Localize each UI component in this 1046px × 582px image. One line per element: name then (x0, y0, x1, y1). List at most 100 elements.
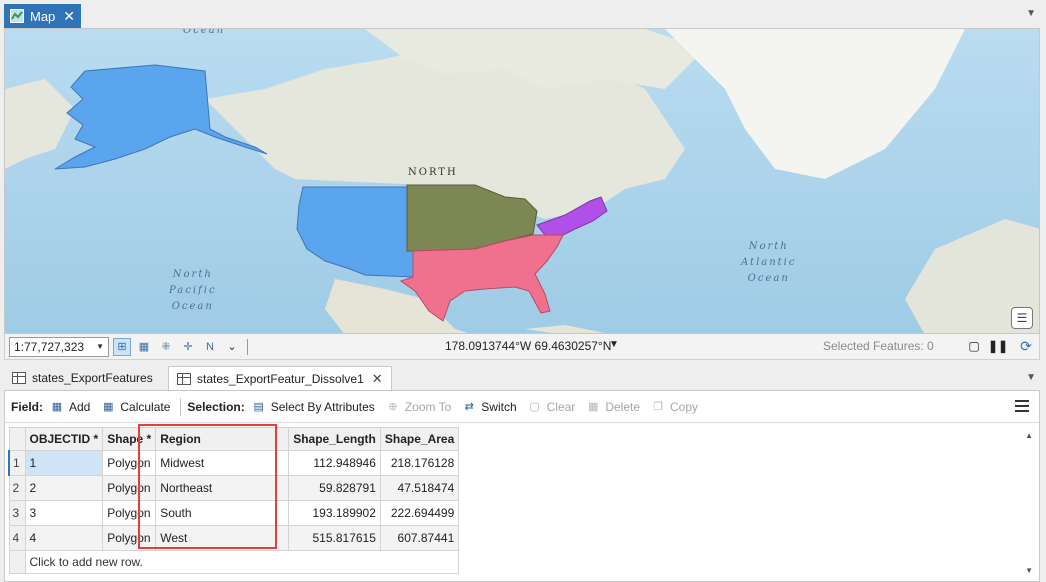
table-row[interactable]: 1 1 Polygon Midwest 112.948946 218.17612… (8, 450, 460, 476)
select-by-attributes-button[interactable]: ▤ Select By Attributes (251, 400, 375, 414)
cell-objectid[interactable]: 2 (24, 475, 104, 501)
switch-label: Switch (481, 399, 517, 414)
selected-features-indicator[interactable]: Selected Features: 0 (823, 339, 934, 353)
zoom-to-button[interactable]: ⊕ Zoom To (385, 400, 451, 414)
table-icon (12, 372, 26, 384)
menu-icon[interactable] (1015, 400, 1029, 412)
constraints-icon[interactable]: ✛ (179, 338, 197, 356)
close-icon[interactable]: ✕ (63, 8, 75, 25)
cell-shape-area[interactable]: 607.87441 (379, 525, 460, 551)
cell-shape-area[interactable]: 218.176128 (379, 450, 460, 476)
map-icon (10, 9, 24, 23)
select-by-attributes-label: Select By Attributes (270, 399, 375, 414)
cell-region[interactable]: Midwest (155, 450, 290, 476)
scale-value: 1:77,727,323 (14, 339, 85, 354)
cell-shape-length[interactable]: 515.817615 (288, 525, 381, 551)
delete-button[interactable]: ▦ Delete (585, 400, 640, 414)
atlantic-ocean-label: North Atlantic Ocean (741, 239, 796, 287)
cell-shape-length[interactable]: 59.828791 (288, 475, 381, 501)
snapping-icon[interactable]: ⁜ (157, 338, 175, 356)
zoom-to-label: Zoom To (404, 399, 452, 414)
row-number[interactable]: 4 (8, 525, 26, 551)
tab-label: states_ExportFeatur_Dissolve1 (197, 371, 364, 386)
tab-map[interactable]: Map ✕ (4, 4, 81, 28)
calculate-icon: ▦ (103, 401, 114, 413)
corner-cell[interactable] (8, 427, 26, 451)
table-icon (177, 372, 191, 385)
row-number[interactable]: 1 (8, 450, 26, 476)
north-arrow-icon[interactable]: N (201, 338, 219, 356)
separator (180, 397, 182, 416)
scroll-down-icon[interactable]: ▼ (1025, 566, 1033, 575)
delete-label: Delete (605, 399, 640, 414)
coordinate-format-chevron-icon[interactable]: ▼ (609, 339, 619, 350)
legend-toggle-icon[interactable]: ☰ (1011, 307, 1033, 329)
switch-selection-button[interactable]: ⇄ Switch (461, 399, 517, 414)
add-field-icon: ▦ (51, 401, 63, 413)
close-icon[interactable]: ✕ (372, 371, 383, 387)
add-field-button[interactable]: ▦ Add (49, 399, 91, 414)
cell-shape[interactable]: Polygon (102, 500, 157, 526)
scale-combobox[interactable]: 1:77,727,323 ▼ (9, 336, 109, 357)
cell-shape[interactable]: Polygon (102, 475, 157, 501)
chevron-down-icon: ▼ (96, 342, 104, 351)
cell-shape-area[interactable]: 47.518474 (379, 475, 460, 501)
selection-label: Selection: (187, 399, 245, 414)
col-region[interactable]: Region (155, 427, 290, 451)
table-row[interactable]: 2 2 Polygon Northeast 59.828791 47.51847… (8, 475, 460, 501)
calculate-label: Calculate (120, 399, 171, 414)
add-row-prompt[interactable]: Click to add new row. (24, 550, 460, 574)
row-number[interactable]: 3 (8, 500, 26, 526)
tab-label: states_ExportFeatures (32, 371, 153, 385)
header-row: OBJECTID * Shape * Region Shape_Length S… (8, 427, 460, 451)
chevron-down-icon[interactable]: ▼ (1026, 372, 1036, 383)
cell-shape[interactable]: Polygon (102, 525, 157, 551)
clear-icon: ▢ (529, 401, 540, 413)
add-field-label: Add (69, 399, 91, 414)
atlantic-line-1: North (748, 241, 789, 252)
pacific-ocean-label: North Pacific Ocean (169, 267, 217, 315)
delete-icon: ▦ (588, 401, 599, 413)
cell-objectid[interactable]: 4 (24, 525, 104, 551)
chevron-down-icon[interactable]: ▼ (1026, 8, 1036, 19)
col-shape-area[interactable]: Shape_Area (379, 427, 460, 451)
chevron-down-icon[interactable]: ⌄ (223, 338, 241, 356)
clear-label: Clear (546, 399, 576, 414)
tab-states-exportfeatures[interactable]: states_ExportFeatures (4, 366, 161, 390)
cell-objectid[interactable]: 3 (24, 500, 104, 526)
cell-shape-length[interactable]: 193.189902 (288, 500, 381, 526)
clear-selection-button[interactable]: ▢ Clear (527, 399, 576, 414)
row-number[interactable]: 2 (8, 475, 26, 501)
copy-button[interactable]: ❐ Copy (650, 400, 698, 414)
cell-region[interactable]: South (155, 500, 290, 526)
pacific-line-3: Ocean (171, 301, 214, 312)
separator (247, 338, 248, 355)
refresh-icon[interactable]: ⟳ (1017, 337, 1035, 355)
pacific-line-2: Pacific (169, 285, 217, 296)
field-label: Field: (11, 399, 43, 414)
col-shape[interactable]: Shape * (102, 427, 157, 451)
scroll-up-icon[interactable]: ▲ (1025, 431, 1033, 440)
attribute-table-pane: Field: ▦ Add ▦ Calculate Selection: ▤ Se… (4, 390, 1040, 582)
cell-region[interactable]: Northeast (155, 475, 290, 501)
table-row[interactable]: 4 4 Polygon West 515.817615 607.87441 (8, 525, 460, 551)
tab-states-dissolve[interactable]: states_ExportFeatur_Dissolve1 ✕ (168, 366, 392, 390)
zoom-to-icon: ⊕ (388, 401, 398, 413)
switch-icon: ⇄ (464, 401, 474, 413)
cell-region[interactable]: West (155, 525, 290, 551)
table-row[interactable]: 3 3 Polygon South 193.189902 222.694499 (8, 500, 460, 526)
cell-shape-length[interactable]: 112.948946 (288, 450, 381, 476)
pause-drawing-icon[interactable]: ❚❚ (988, 337, 1008, 355)
add-row[interactable]: Click to add new row. (8, 550, 460, 574)
grid-icon[interactable]: ▦ (135, 338, 153, 356)
col-objectid[interactable]: OBJECTID * (24, 427, 104, 451)
col-shape-length[interactable]: Shape_Length (288, 427, 381, 451)
copy-icon: ❐ (653, 401, 663, 413)
map-view[interactable]: Ocean NORTH North Pacific Ocean North At… (4, 28, 1040, 334)
cell-objectid[interactable]: 1 (24, 450, 104, 476)
fixed-zoom-icon[interactable]: ⊞ (113, 337, 131, 356)
filter-icon[interactable]: ▢ (965, 337, 983, 355)
cell-shape[interactable]: Polygon (102, 450, 157, 476)
cell-shape-area[interactable]: 222.694499 (379, 500, 460, 526)
calculate-field-button[interactable]: ▦ Calculate (100, 400, 170, 414)
